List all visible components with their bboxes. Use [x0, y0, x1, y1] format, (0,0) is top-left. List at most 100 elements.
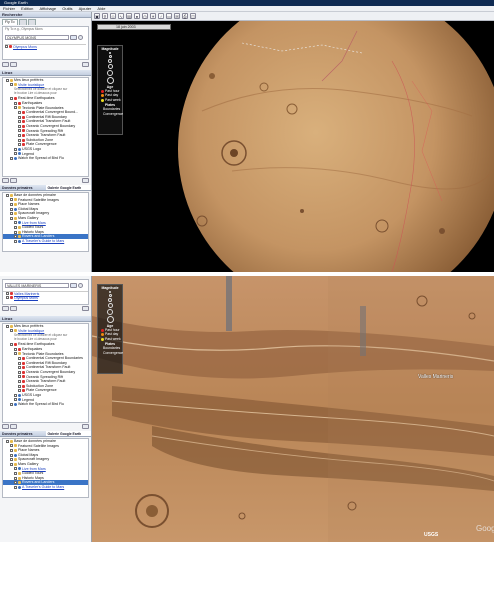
checkbox[interactable]: [10, 444, 13, 448]
clock-icon[interactable]: ◷: [142, 13, 148, 19]
checkbox[interactable]: [10, 198, 13, 202]
checkbox[interactable]: [18, 138, 21, 142]
search-input[interactable]: OLYMPUS MONS: [5, 34, 69, 40]
checkbox[interactable]: [6, 193, 9, 197]
checkbox[interactable]: [10, 212, 13, 216]
copy-icon[interactable]: [10, 306, 17, 311]
layers-panel-header[interactable]: Données primaires: [0, 185, 46, 191]
search-icon[interactable]: [78, 283, 83, 288]
checkbox[interactable]: [14, 467, 17, 471]
sun-icon[interactable]: ☀: [150, 13, 156, 19]
checkbox[interactable]: [10, 83, 13, 87]
tree-item-label[interactable]: A Traveler's Guide to Mars: [22, 485, 64, 490]
tour-icon[interactable]: ●: [134, 13, 140, 19]
checkbox[interactable]: [18, 375, 21, 379]
checkbox[interactable]: [10, 448, 13, 452]
overlay-icon[interactable]: ▤: [126, 13, 132, 19]
search-result-label[interactable]: Olympus Mons: [13, 45, 37, 50]
checkbox[interactable]: [14, 481, 17, 485]
checkbox[interactable]: [14, 235, 17, 239]
email-icon[interactable]: ✉: [174, 13, 180, 19]
places-panel-header[interactable]: Lieux: [0, 316, 91, 322]
planet-icon[interactable]: ♂: [158, 13, 164, 19]
gallery-tab[interactable]: Galerie Google Earth: [45, 185, 91, 191]
checkbox[interactable]: [18, 356, 21, 360]
clear-icon[interactable]: [82, 62, 89, 67]
folder-icon[interactable]: [10, 178, 17, 183]
checkbox[interactable]: [6, 78, 9, 82]
checkbox[interactable]: [14, 471, 17, 475]
tree-item[interactable]: A Traveler's Guide to Mars: [3, 485, 88, 490]
checkbox[interactable]: [14, 347, 17, 351]
menu-file[interactable]: Fichier: [3, 6, 15, 11]
checkbox[interactable]: [10, 329, 13, 333]
tab-directions[interactable]: [27, 19, 36, 25]
menu-tools[interactable]: Outils: [62, 6, 72, 11]
menu-help[interactable]: Aide: [97, 6, 105, 11]
checkbox[interactable]: [10, 402, 13, 406]
play-tour-icon[interactable]: [82, 178, 89, 183]
map-place-label[interactable]: Valles Marineris: [418, 374, 453, 380]
checkbox[interactable]: [18, 384, 21, 388]
places-panel-header[interactable]: Lieux: [0, 70, 91, 76]
checkbox[interactable]: [5, 45, 8, 49]
checkbox[interactable]: [18, 379, 21, 383]
search-button[interactable]: [70, 34, 77, 40]
map-viewport[interactable]: Magnitude Age Past hour Past day Past we…: [92, 21, 494, 272]
path-icon[interactable]: ∿: [118, 13, 124, 19]
menu-add[interactable]: Ajouter: [79, 6, 92, 11]
tree-item[interactable]: A Traveler's Guide to Mars: [3, 239, 88, 244]
checkbox[interactable]: [18, 133, 21, 137]
checkbox[interactable]: [14, 101, 17, 105]
menu-edit[interactable]: Edition: [21, 6, 33, 11]
close-icon[interactable]: [2, 306, 9, 311]
close-icon[interactable]: [2, 62, 9, 67]
checkbox[interactable]: [14, 147, 17, 151]
checkbox[interactable]: [14, 393, 17, 397]
placemark-icon[interactable]: ⚲: [102, 13, 108, 19]
gallery-tab[interactable]: Galerie Google Earth: [45, 431, 91, 437]
checkbox[interactable]: [6, 439, 9, 443]
checkbox[interactable]: [14, 225, 17, 229]
layers-panel-header[interactable]: Données primaires: [0, 431, 46, 437]
ruler-icon[interactable]: ▭: [166, 13, 172, 19]
checkbox[interactable]: [10, 156, 13, 160]
checkbox[interactable]: [18, 370, 21, 374]
checkbox[interactable]: [18, 115, 21, 119]
checkbox[interactable]: [14, 239, 17, 243]
checkbox[interactable]: [10, 453, 13, 457]
search-icon[interactable]: [2, 424, 9, 429]
search-icon[interactable]: [78, 34, 83, 40]
tree-item-label[interactable]: A Traveler's Guide to Mars: [22, 239, 64, 244]
checkbox[interactable]: [14, 221, 17, 225]
checkbox[interactable]: [10, 343, 13, 347]
checkbox[interactable]: [18, 129, 21, 133]
sidebar-toggle-icon[interactable]: ▣: [94, 13, 100, 19]
checkbox[interactable]: [10, 216, 13, 220]
checkbox[interactable]: [14, 398, 17, 402]
tree-item[interactable]: Watch the Spread of Bird Flu: [3, 156, 88, 161]
tab-find-business[interactable]: [18, 19, 27, 25]
search-button[interactable]: [70, 283, 77, 288]
checkbox[interactable]: [10, 462, 13, 466]
play-tour-icon[interactable]: [82, 424, 89, 429]
tree-item[interactable]: Watch the Spread of Bird Flu: [3, 402, 88, 407]
checkbox[interactable]: [6, 292, 9, 296]
checkbox[interactable]: [18, 110, 21, 114]
search-panel-header[interactable]: Recherche: [0, 12, 91, 18]
print-icon[interactable]: ⎙: [182, 13, 188, 19]
checkbox[interactable]: [18, 366, 21, 370]
checkbox[interactable]: [14, 485, 17, 489]
checkbox[interactable]: [18, 361, 21, 365]
checkbox[interactable]: [10, 97, 13, 101]
checkbox[interactable]: [10, 458, 13, 462]
checkbox[interactable]: [6, 324, 9, 328]
polygon-icon[interactable]: ◇: [110, 13, 116, 19]
checkbox[interactable]: [14, 106, 17, 110]
search-result[interactable]: Olympus Mons: [3, 296, 88, 301]
checkbox[interactable]: [14, 352, 17, 356]
checkbox[interactable]: [18, 124, 21, 128]
checkbox[interactable]: [10, 202, 13, 206]
time-slider[interactable]: 18 juin 2003: [97, 24, 171, 30]
checkbox[interactable]: [18, 389, 21, 393]
